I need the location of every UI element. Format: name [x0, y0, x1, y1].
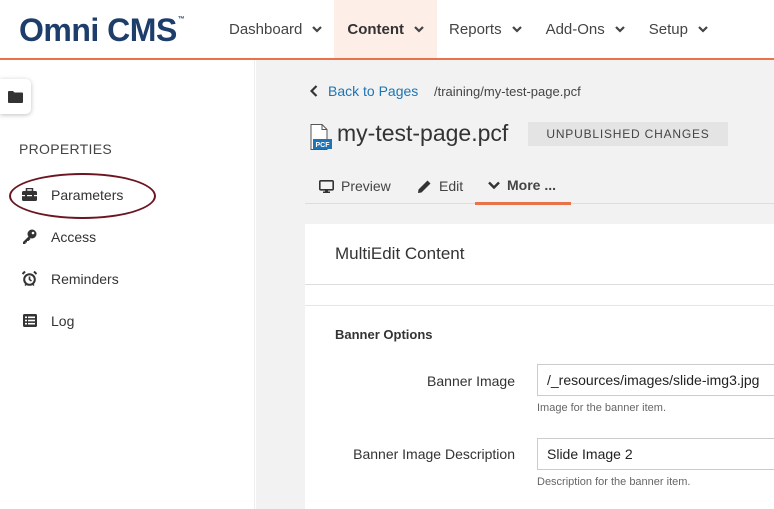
sidebar-item-access[interactable]: Access — [21, 228, 96, 245]
key-icon — [21, 228, 38, 245]
nav-label: Add-Ons — [545, 20, 605, 38]
main-content: Back to Pages /training/my-test-page.pcf… — [256, 60, 774, 509]
chevron-left-icon — [310, 85, 318, 97]
section-title: Banner Options — [335, 327, 433, 342]
nav-label: Setup — [648, 20, 688, 38]
breadcrumb-path: /training/my-test-page.pcf — [434, 84, 581, 99]
divider — [305, 284, 774, 285]
banner-image-input[interactable] — [537, 364, 774, 396]
tab-label: More ... — [507, 177, 557, 193]
sidebar-item-label: Log — [51, 312, 75, 329]
chevron-down-icon — [698, 26, 708, 33]
banner-image-label: Banner Image — [427, 373, 515, 389]
page-title: my-test-page.pcf — [337, 120, 509, 146]
nav-item-reports[interactable]: Reports — [437, 0, 534, 58]
omni-cms-logo[interactable]: Omni CMS™ — [19, 12, 185, 49]
sidebar-item-label: Reminders — [51, 270, 119, 287]
file-navigation-toggle[interactable] — [0, 79, 31, 114]
nav-item-content[interactable]: Content — [334, 0, 438, 58]
list-icon — [21, 312, 38, 329]
logo-trademark: ™ — [177, 16, 185, 23]
pencil-icon — [417, 179, 432, 194]
nav-item-dashboard[interactable]: Dashboard — [217, 0, 334, 58]
nav-label: Content — [347, 20, 405, 38]
page-action-tabs: Preview Edit More ... — [305, 168, 774, 205]
chevron-down-icon — [488, 180, 500, 190]
properties-heading: PROPERTIES — [19, 141, 112, 157]
nav-item-add-ons[interactable]: Add-Ons — [534, 0, 637, 58]
chevron-down-icon — [615, 26, 625, 33]
nav-item-setup[interactable]: Setup — [637, 0, 720, 58]
tab-label: Preview — [341, 178, 391, 194]
tab-preview[interactable]: Preview — [319, 168, 391, 204]
pcf-file-icon: PCF — [310, 124, 332, 150]
top-nav-bar: Omni CMS™ Dashboard Content Reports Add-… — [0, 0, 774, 60]
chevron-down-icon — [414, 26, 424, 33]
main-nav: Dashboard Content Reports Add-Ons Setup — [217, 0, 720, 58]
annotation-circle — [9, 173, 156, 219]
tab-label: Edit — [439, 178, 464, 194]
chevron-down-icon — [312, 26, 323, 33]
status-badge: UNPUBLISHED CHANGES — [528, 122, 728, 146]
sidebar-item-reminders[interactable]: Reminders — [21, 270, 119, 287]
tab-more[interactable]: More ... — [475, 168, 571, 205]
tab-edit[interactable]: Edit — [417, 168, 463, 204]
monitor-icon — [319, 179, 334, 193]
divider — [305, 305, 774, 306]
banner-image-description-label: Banner Image Description — [353, 446, 515, 462]
banner-image-help: Image for the banner item. — [537, 402, 667, 414]
back-to-pages-link[interactable]: Back to Pages — [310, 83, 418, 99]
sidebar-item-label: Access — [51, 228, 97, 245]
banner-image-description-help: Description for the banner item. — [537, 476, 691, 488]
card-title: MultiEdit Content — [335, 244, 465, 263]
nav-label: Reports — [449, 20, 502, 38]
folder-icon — [8, 90, 23, 103]
back-link-label: Back to Pages — [328, 83, 419, 99]
multiedit-card: MultiEdit Content Banner Options Banner … — [305, 224, 774, 509]
sidebar: PROPERTIES Parameters Access Reminders L… — [0, 60, 255, 509]
file-icon-label: PCF — [316, 142, 331, 149]
logo-text: Omni CMS — [19, 12, 177, 48]
chevron-down-icon — [511, 26, 522, 33]
sidebar-item-log[interactable]: Log — [21, 312, 74, 329]
banner-image-description-input[interactable] — [537, 438, 774, 470]
nav-label: Dashboard — [229, 20, 303, 38]
alarm-clock-icon — [21, 270, 38, 287]
